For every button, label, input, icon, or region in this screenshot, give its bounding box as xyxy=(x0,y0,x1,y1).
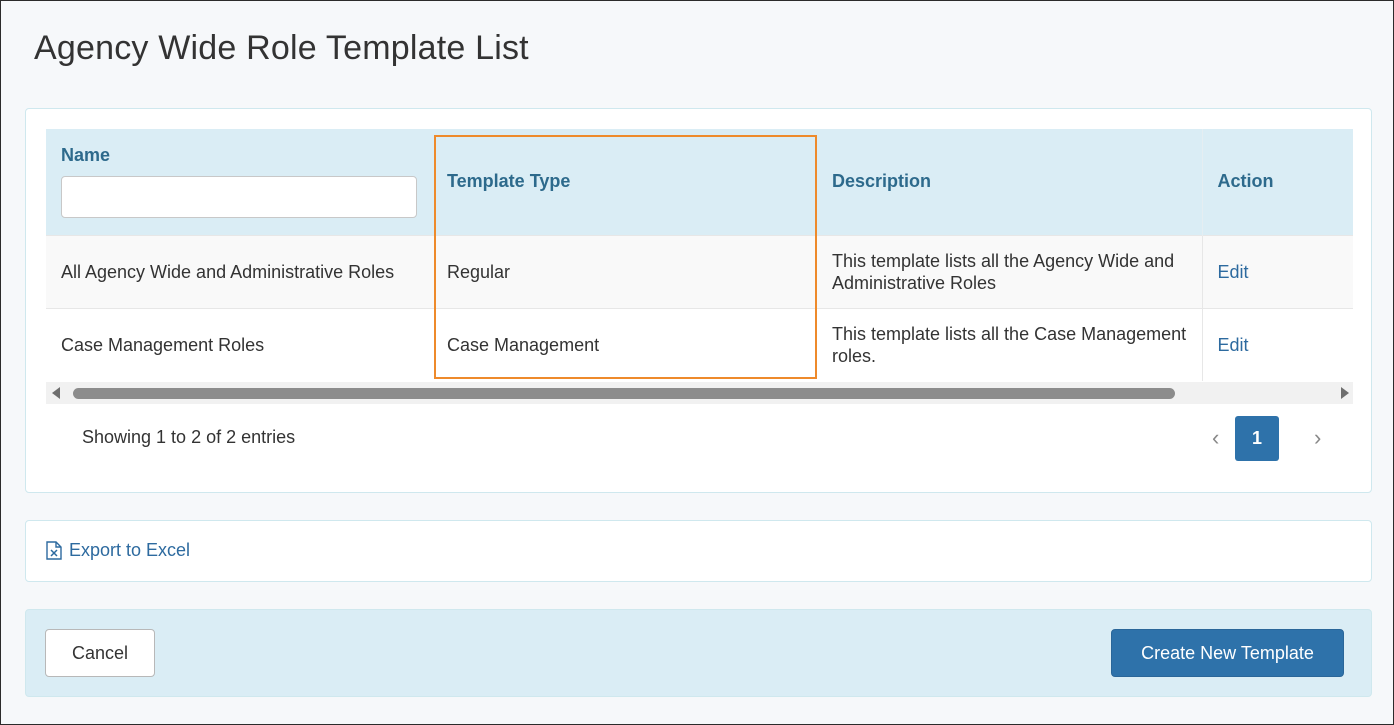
column-header-name: Name xyxy=(46,129,432,235)
cancel-button[interactable]: Cancel xyxy=(45,629,155,677)
edit-link[interactable]: Edit xyxy=(1218,335,1249,355)
horizontal-scrollbar[interactable] xyxy=(46,382,1353,404)
row-action-cell: Edit xyxy=(1201,308,1353,381)
row-description-cell: This template lists all the Agency Wide … xyxy=(832,250,1175,293)
export-to-excel-link[interactable]: Export to Excel xyxy=(46,540,190,561)
chevron-left-icon[interactable]: ‹ xyxy=(1212,427,1219,449)
pagination-summary: Showing 1 to 2 of 2 entries xyxy=(82,427,296,447)
page-title: Agency Wide Role Template List xyxy=(34,29,529,67)
chevron-right-icon[interactable]: › xyxy=(1314,427,1321,449)
page-frame: Agency Wide Role Template List Name Temp… xyxy=(0,0,1394,725)
export-to-excel-label: Export to Excel xyxy=(69,540,191,560)
create-new-template-button[interactable]: Create New Template xyxy=(1111,629,1344,677)
row-name-cell: Case Management Roles xyxy=(61,334,265,355)
page-button-current[interactable]: 1 xyxy=(1235,416,1279,461)
name-filter-input[interactable] xyxy=(61,176,417,218)
column-header-action: Action xyxy=(1201,129,1353,235)
scrollbar-thumb[interactable] xyxy=(73,388,1175,399)
column-header-name-label: Name xyxy=(61,145,111,165)
table-row: All Agency Wide and Administrative Roles… xyxy=(46,235,1353,308)
edit-link[interactable]: Edit xyxy=(1218,262,1249,282)
table-scroll-area: Name Template Type Description Action Al… xyxy=(46,129,1353,383)
footer-actions-panel: Cancel Create New Template xyxy=(25,609,1372,697)
template-table: Name Template Type Description Action Al… xyxy=(46,129,1353,381)
row-template-type-cell: Regular xyxy=(447,261,511,282)
template-list-panel: Name Template Type Description Action Al… xyxy=(25,108,1372,493)
table-header-row: Name Template Type Description Action xyxy=(46,129,1353,235)
excel-file-icon xyxy=(46,541,62,560)
table-row: Case Management Roles Case Management Th… xyxy=(46,308,1353,381)
scroll-right-arrow-icon[interactable] xyxy=(1341,387,1349,399)
scroll-left-arrow-icon[interactable] xyxy=(52,387,60,399)
row-description-cell: This template lists all the Case Managem… xyxy=(832,323,1187,366)
row-template-type-cell: Case Management xyxy=(447,334,600,355)
export-panel: Export to Excel xyxy=(25,520,1372,582)
row-name-cell: All Agency Wide and Administrative Roles xyxy=(61,261,395,282)
column-header-template-type[interactable]: Template Type xyxy=(432,129,817,235)
column-header-description[interactable]: Description xyxy=(817,129,1202,235)
row-action-cell: Edit xyxy=(1201,235,1353,308)
